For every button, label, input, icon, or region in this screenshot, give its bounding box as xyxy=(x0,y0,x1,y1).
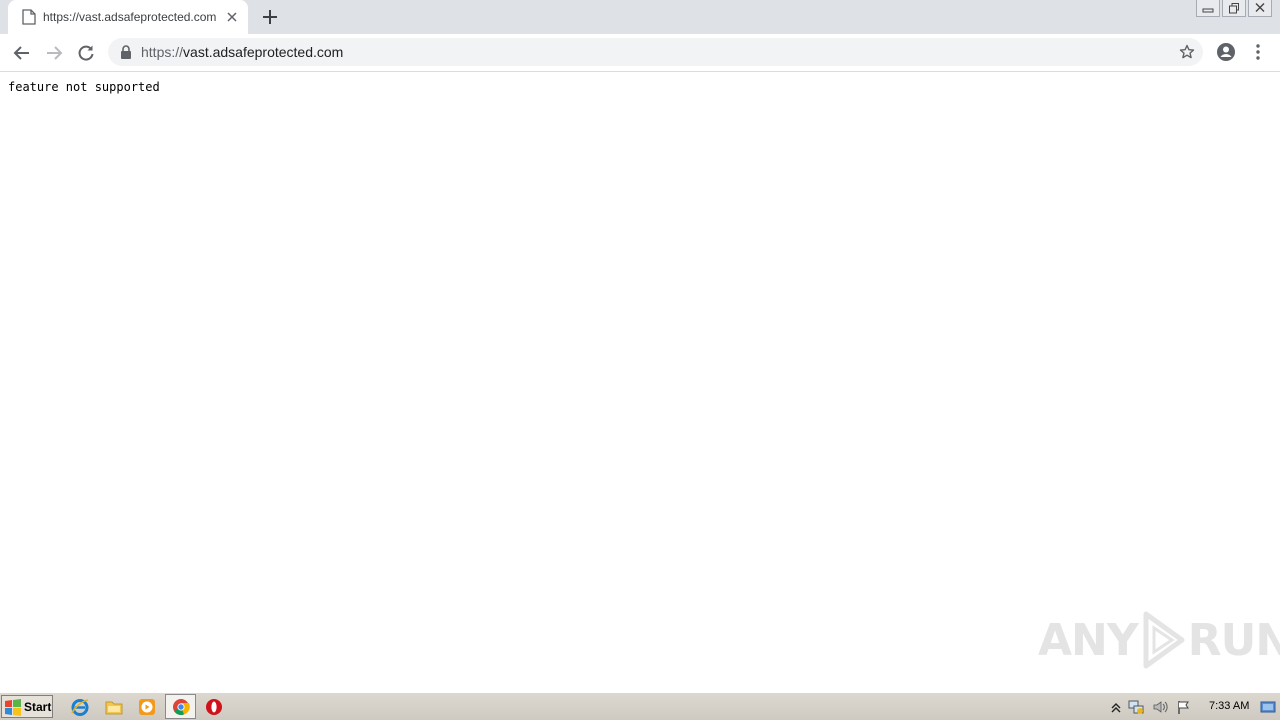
anyrun-watermark: ANY RUN xyxy=(1038,610,1280,670)
media-player-icon[interactable] xyxy=(137,697,157,717)
action-center-flag-icon[interactable] xyxy=(1176,699,1192,715)
show-hidden-icons-icon[interactable] xyxy=(1108,699,1124,715)
restore-button[interactable] xyxy=(1222,0,1246,17)
minimize-button[interactable] xyxy=(1196,0,1220,17)
menu-dots-icon[interactable] xyxy=(1250,42,1266,62)
volume-icon[interactable] xyxy=(1152,699,1168,715)
watermark-left-text: ANY xyxy=(1038,614,1139,666)
page-icon xyxy=(22,9,36,25)
profile-icon[interactable] xyxy=(1216,42,1236,62)
window-controls xyxy=(1194,0,1272,18)
url-host: vast.adsafeprotected.com xyxy=(183,44,344,60)
close-window-button[interactable] xyxy=(1248,0,1272,17)
close-icon xyxy=(1255,3,1265,12)
taskbar: Start 7:33 AM xyxy=(0,692,1280,720)
folder-icon[interactable] xyxy=(104,697,124,717)
network-icon[interactable] xyxy=(1128,699,1144,715)
page-message: feature not supported xyxy=(8,80,160,94)
opera-icon[interactable] xyxy=(204,697,224,717)
url-scheme: https:// xyxy=(141,44,184,60)
forward-arrow-icon[interactable] xyxy=(44,43,64,63)
lock-icon[interactable] xyxy=(120,45,132,59)
close-tab-icon[interactable] xyxy=(224,9,240,25)
minimize-icon xyxy=(1202,8,1214,13)
tab-title: https://vast.adsafeprotected.com xyxy=(43,10,217,24)
show-desktop-icon[interactable] xyxy=(1260,699,1276,715)
chrome-taskbar-button[interactable] xyxy=(165,694,196,719)
star-icon[interactable] xyxy=(1179,44,1195,60)
restore-icon xyxy=(1229,3,1239,14)
watermark-right-text: RUN xyxy=(1187,614,1280,666)
tab-strip: https://vast.adsafeprotected.com xyxy=(0,0,1280,34)
windows-logo-icon xyxy=(5,698,21,716)
reload-icon[interactable] xyxy=(76,43,96,63)
back-arrow-icon[interactable] xyxy=(12,43,32,63)
start-label: Start xyxy=(24,699,52,714)
new-tab-button[interactable] xyxy=(261,8,279,26)
page-content: feature not supported ANY RUN xyxy=(0,72,1280,692)
play-logo-icon xyxy=(1143,611,1185,669)
system-tray: 7:33 AM xyxy=(1105,695,1280,719)
clock[interactable]: 7:33 AM xyxy=(1209,700,1249,712)
chrome-icon xyxy=(173,699,190,715)
url-text[interactable]: https://vast.adsafeprotected.com xyxy=(141,44,343,60)
browser-toolbar: https://vast.adsafeprotected.com xyxy=(0,34,1280,72)
browser-tab[interactable]: https://vast.adsafeprotected.com xyxy=(8,0,248,34)
internet-explorer-icon[interactable] xyxy=(70,697,90,717)
address-bar[interactable]: https://vast.adsafeprotected.com xyxy=(108,38,1203,66)
start-button[interactable]: Start xyxy=(1,695,53,718)
